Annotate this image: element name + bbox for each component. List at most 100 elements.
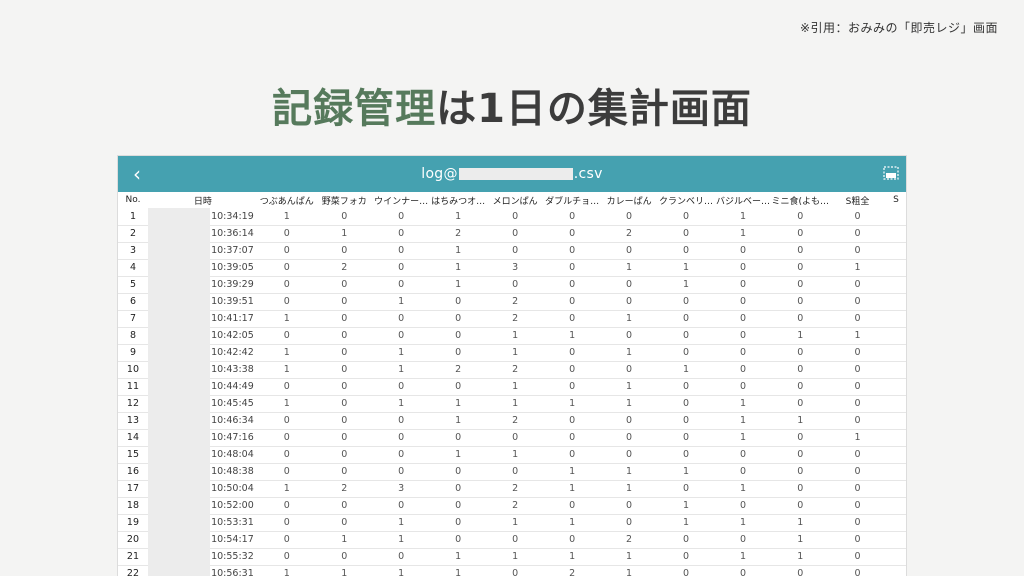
column-header[interactable]: S xyxy=(885,192,906,208)
quantity-cell: 0 xyxy=(543,276,601,294)
export-icon[interactable] xyxy=(883,166,899,180)
column-header[interactable]: つぶあんぱん xyxy=(257,192,316,208)
quantity-cell: 1 xyxy=(600,395,658,413)
quantity-cell: 2 xyxy=(486,293,544,311)
quantity-cell: 1 xyxy=(257,565,316,576)
table-row[interactable]: 2 10:36:14 0 1 0 2 0 0 2 0 1 0 0 xyxy=(118,225,906,243)
table-row[interactable]: 3 10:37:07 0 0 0 1 0 0 0 0 0 0 0 xyxy=(118,242,906,260)
column-header[interactable]: はちみつオ… xyxy=(429,192,487,208)
table-row[interactable]: 7 10:41:17 1 0 0 0 2 0 1 0 0 0 0 xyxy=(118,310,906,328)
column-header[interactable]: カレーぱん xyxy=(600,192,658,208)
quantity-cell: 0 xyxy=(429,327,487,345)
quantity-cell: 0 xyxy=(315,293,373,311)
row-number: 1 xyxy=(118,208,148,226)
quantity-cell: 1 xyxy=(829,327,886,345)
quantity-cell: 2 xyxy=(600,531,658,549)
row-time: 10:39:29 xyxy=(209,276,258,294)
column-header[interactable]: クランベリ… xyxy=(657,192,715,208)
table-row[interactable]: 14 10:47:16 0 0 0 0 0 0 0 0 1 0 1 xyxy=(118,429,906,447)
column-header[interactable]: 日時 xyxy=(147,192,258,208)
table-row[interactable]: 17 10:50:04 1 2 3 0 2 1 1 0 1 0 0 xyxy=(118,480,906,498)
table-row[interactable]: 9 10:42:42 1 0 1 0 1 0 1 0 0 0 0 xyxy=(118,344,906,362)
quantity-cell: 0 xyxy=(486,463,544,481)
table-row[interactable]: 11 10:44:49 0 0 0 0 1 0 1 0 0 0 0 xyxy=(118,378,906,396)
redacted-date xyxy=(147,327,210,345)
chevron-left-icon[interactable]: ‹ xyxy=(126,163,148,185)
quantity-cell: 1 xyxy=(315,531,373,549)
column-header[interactable]: ミニ食(よも… xyxy=(771,192,830,208)
quantity-cell: 0 xyxy=(829,378,886,396)
table-header-row: No. 日時 つぶあんぱん 野菜フォカ ウインナー… はちみつオ… メロンぱん ダブルチョ… カ… xyxy=(118,192,906,208)
table-row[interactable]: 5 10:39:29 0 0 0 1 0 0 0 1 0 0 0 xyxy=(118,276,906,294)
quantity-cell: 0 xyxy=(315,344,373,362)
row-number: 21 xyxy=(118,548,148,566)
column-header[interactable]: No. xyxy=(118,192,148,208)
quantity-cell: 0 xyxy=(714,463,772,481)
overflow-cell xyxy=(885,412,906,430)
quantity-cell: 0 xyxy=(829,565,886,576)
quantity-cell: 0 xyxy=(714,531,772,549)
quantity-cell: 0 xyxy=(600,429,658,447)
quantity-cell: 1 xyxy=(257,480,316,498)
redacted-date xyxy=(147,446,210,464)
quantity-cell: 0 xyxy=(829,514,886,532)
column-header[interactable]: メロンぱん xyxy=(486,192,544,208)
quantity-cell: 0 xyxy=(771,446,830,464)
table-row[interactable]: 10 10:43:38 1 0 1 2 2 0 0 1 0 0 0 xyxy=(118,361,906,379)
row-time: 10:41:17 xyxy=(209,310,258,328)
quantity-cell: 1 xyxy=(657,463,715,481)
quantity-cell: 1 xyxy=(714,514,772,532)
table-row[interactable]: 18 10:52:00 0 0 0 0 2 0 0 1 0 0 0 xyxy=(118,497,906,515)
redacted-filename xyxy=(458,168,573,180)
quantity-cell: 0 xyxy=(486,225,544,243)
table-row[interactable]: 15 10:48:04 0 0 0 1 1 0 0 0 0 0 0 xyxy=(118,446,906,464)
table-row[interactable]: 21 10:55:32 0 0 0 1 1 1 1 0 1 1 0 xyxy=(118,548,906,566)
quantity-cell: 0 xyxy=(657,344,715,362)
file-title: log@ .csv xyxy=(421,166,602,182)
table-row[interactable]: 22 10:56:31 1 1 1 1 0 2 1 0 0 0 0 xyxy=(118,565,906,576)
row-time: 10:36:14 xyxy=(209,225,258,243)
redacted-date xyxy=(147,395,210,413)
quantity-cell: 0 xyxy=(429,310,487,328)
quantity-cell: 0 xyxy=(257,242,316,260)
quantity-cell: 0 xyxy=(429,480,487,498)
app-bar: ‹ log@ .csv xyxy=(118,156,906,192)
quantity-cell: 1 xyxy=(429,208,487,226)
column-header[interactable]: ダブルチョ… xyxy=(543,192,601,208)
quantity-cell: 0 xyxy=(657,310,715,328)
row-number: 15 xyxy=(118,446,148,464)
overflow-cell xyxy=(885,259,906,277)
redacted-date xyxy=(147,497,210,515)
table-row[interactable]: 6 10:39:51 0 0 1 0 2 0 0 0 0 0 0 xyxy=(118,293,906,311)
quantity-cell: 0 xyxy=(315,514,373,532)
quantity-cell: 0 xyxy=(543,378,601,396)
quantity-cell: 1 xyxy=(486,344,544,362)
quantity-cell: 0 xyxy=(429,378,487,396)
table-row[interactable]: 12 10:45:45 1 0 1 1 1 1 1 0 1 0 0 xyxy=(118,395,906,413)
table-row[interactable]: 16 10:48:38 0 0 0 0 0 1 1 1 0 0 0 xyxy=(118,463,906,481)
table-row[interactable]: 20 10:54:17 0 1 1 0 0 0 2 0 0 1 0 xyxy=(118,531,906,549)
quantity-cell: 1 xyxy=(372,514,430,532)
table-row[interactable]: 8 10:42:05 0 0 0 0 1 1 0 0 0 1 1 xyxy=(118,327,906,345)
quantity-cell: 0 xyxy=(771,480,830,498)
column-header[interactable]: S粗全 xyxy=(829,192,886,208)
column-header[interactable]: 野菜フォカ xyxy=(315,192,373,208)
redacted-date xyxy=(147,378,210,396)
redacted-date xyxy=(147,225,210,243)
quantity-cell: 0 xyxy=(714,259,772,277)
column-header[interactable]: バジルベー… xyxy=(714,192,772,208)
quantity-cell: 1 xyxy=(429,565,487,576)
column-header[interactable]: ウインナー… xyxy=(372,192,430,208)
table-row[interactable]: 13 10:46:34 0 0 0 1 2 0 0 0 1 1 0 xyxy=(118,412,906,430)
table-row[interactable]: 19 10:53:31 0 0 1 0 1 1 0 1 1 1 0 xyxy=(118,514,906,532)
quantity-cell: 2 xyxy=(429,361,487,379)
row-time: 10:34:19 xyxy=(209,208,258,226)
quantity-cell: 0 xyxy=(543,242,601,260)
quantity-cell: 0 xyxy=(600,446,658,464)
quantity-cell: 0 xyxy=(257,497,316,515)
overflow-cell xyxy=(885,344,906,362)
quantity-cell: 1 xyxy=(486,446,544,464)
table-row[interactable]: 4 10:39:05 0 2 0 1 3 0 1 1 0 0 1 xyxy=(118,259,906,277)
quantity-cell: 1 xyxy=(543,395,601,413)
table-row[interactable]: 1 10:34:19 1 0 0 1 0 0 0 0 1 0 0 xyxy=(118,208,906,226)
